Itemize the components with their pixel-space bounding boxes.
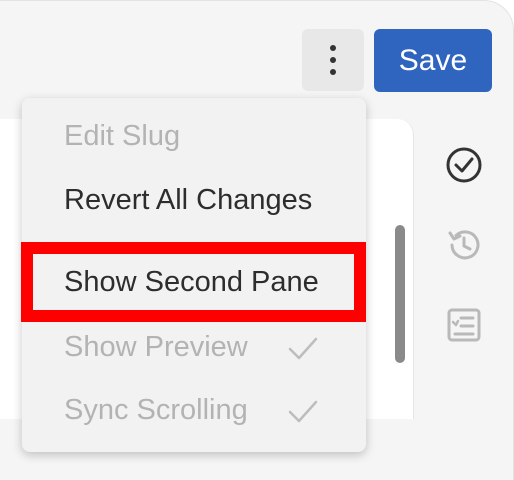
checkmark-icon xyxy=(286,394,320,428)
menu-item-label: Revert All Changes xyxy=(64,183,313,216)
more-vertical-icon xyxy=(330,45,336,75)
menu-item-label: Show Second Pane xyxy=(64,265,319,298)
menu-item-revert-all-changes[interactable]: Revert All Changes xyxy=(22,170,366,230)
save-button[interactable]: Save xyxy=(374,29,492,92)
checkmark-icon xyxy=(286,331,320,365)
menu-item-label: Show Preview xyxy=(64,330,248,363)
checklist-icon[interactable] xyxy=(444,305,484,345)
menu-item-show-preview[interactable]: Show Preview xyxy=(22,317,366,377)
menu-item-label: Sync Scrolling xyxy=(64,393,248,426)
menu-item-sync-scrolling[interactable]: Sync Scrolling xyxy=(22,380,366,440)
history-icon[interactable] xyxy=(444,225,484,265)
more-options-button[interactable] xyxy=(302,29,364,91)
check-circle-icon[interactable] xyxy=(444,145,484,185)
menu-item-label: Edit Slug xyxy=(64,119,181,152)
scrollbar-thumb[interactable] xyxy=(395,225,405,363)
scrollbar[interactable] xyxy=(392,221,408,371)
more-options-menu: Edit Slug Revert All Changes Show Second… xyxy=(22,98,366,452)
menu-item-edit-slug[interactable]: Edit Slug xyxy=(22,106,366,166)
menu-item-show-second-pane[interactable]: Show Second Pane xyxy=(22,252,366,312)
